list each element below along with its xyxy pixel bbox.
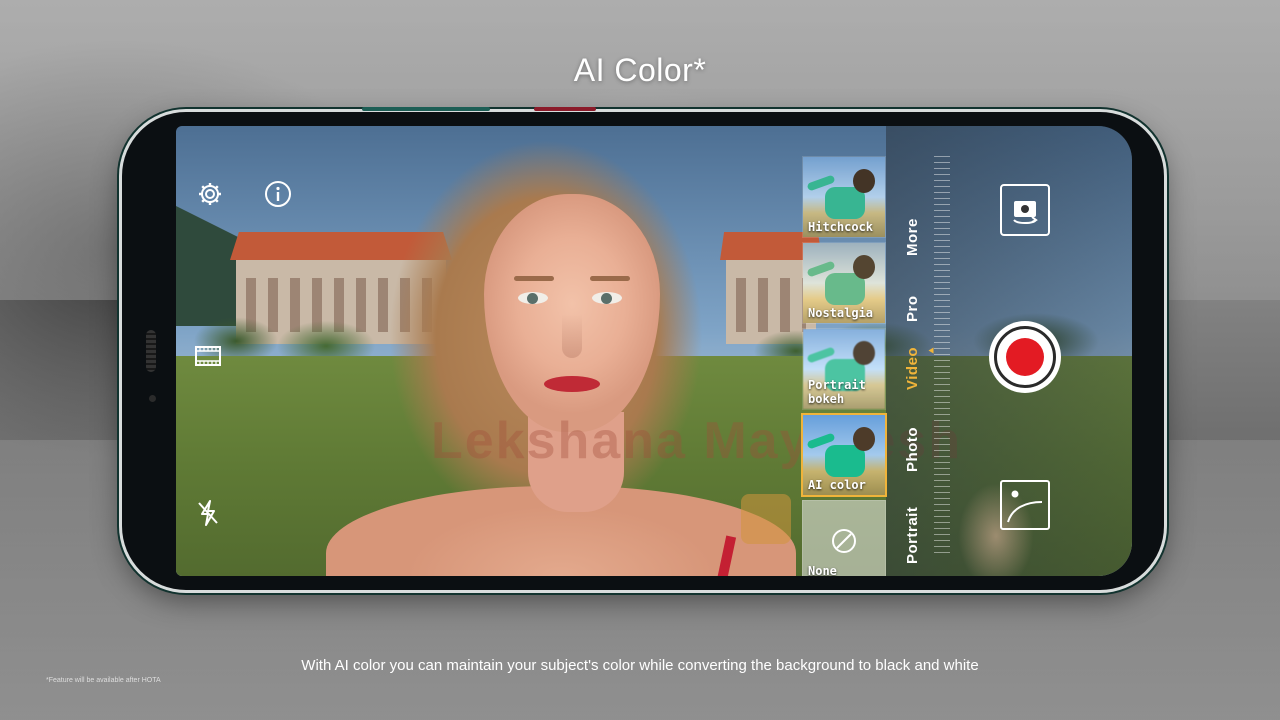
phone-frame: Lekshana Mayuresh More Pro Video Photo P… (122, 107, 1164, 590)
power-button (534, 107, 596, 111)
switch-camera-icon (1013, 201, 1038, 224)
film-icon[interactable] (194, 344, 222, 373)
gallery-icon (1007, 490, 1043, 523)
filter-none[interactable]: None (802, 500, 886, 576)
page-title: AI Color* (573, 52, 707, 88)
record-button[interactable] (989, 321, 1061, 393)
mode-portrait[interactable]: Portrait (904, 507, 921, 564)
none-icon (830, 527, 858, 560)
filter-portrait-bokeh[interactable]: Portrait bokeh (802, 328, 886, 410)
caption-text: With AI color you can maintain your subj… (301, 657, 979, 674)
front-camera (149, 395, 156, 402)
filter-nostalgia[interactable]: Nostalgia (802, 242, 886, 324)
filter-ai-color[interactable]: AI color (801, 413, 887, 497)
record-icon (1006, 338, 1044, 376)
filter-list: Hitchcock Nostalgia Portrait bokeh AI co… (801, 156, 887, 576)
mode-photo[interactable]: Photo (904, 427, 921, 472)
switch-camera-button[interactable] (1000, 184, 1050, 236)
edit-chip (741, 494, 791, 544)
camera-viewfinder[interactable]: Lekshana Mayuresh More Pro Video Photo P… (176, 126, 1132, 576)
info-icon[interactable] (264, 180, 292, 213)
gear-icon[interactable] (196, 180, 224, 213)
footnote-text: *Feature will be available after HOTA (46, 677, 161, 684)
filter-hitchcock[interactable]: Hitchcock (802, 156, 886, 238)
mode-video[interactable]: Video (904, 347, 921, 390)
mode-more[interactable]: More (904, 218, 921, 256)
flash-off-icon[interactable] (196, 499, 220, 532)
mode-pro[interactable]: Pro (904, 295, 921, 322)
gallery-button[interactable] (1000, 480, 1050, 530)
mode-indicator (928, 347, 934, 354)
earpiece-speaker (146, 330, 156, 372)
side-button (362, 107, 490, 111)
